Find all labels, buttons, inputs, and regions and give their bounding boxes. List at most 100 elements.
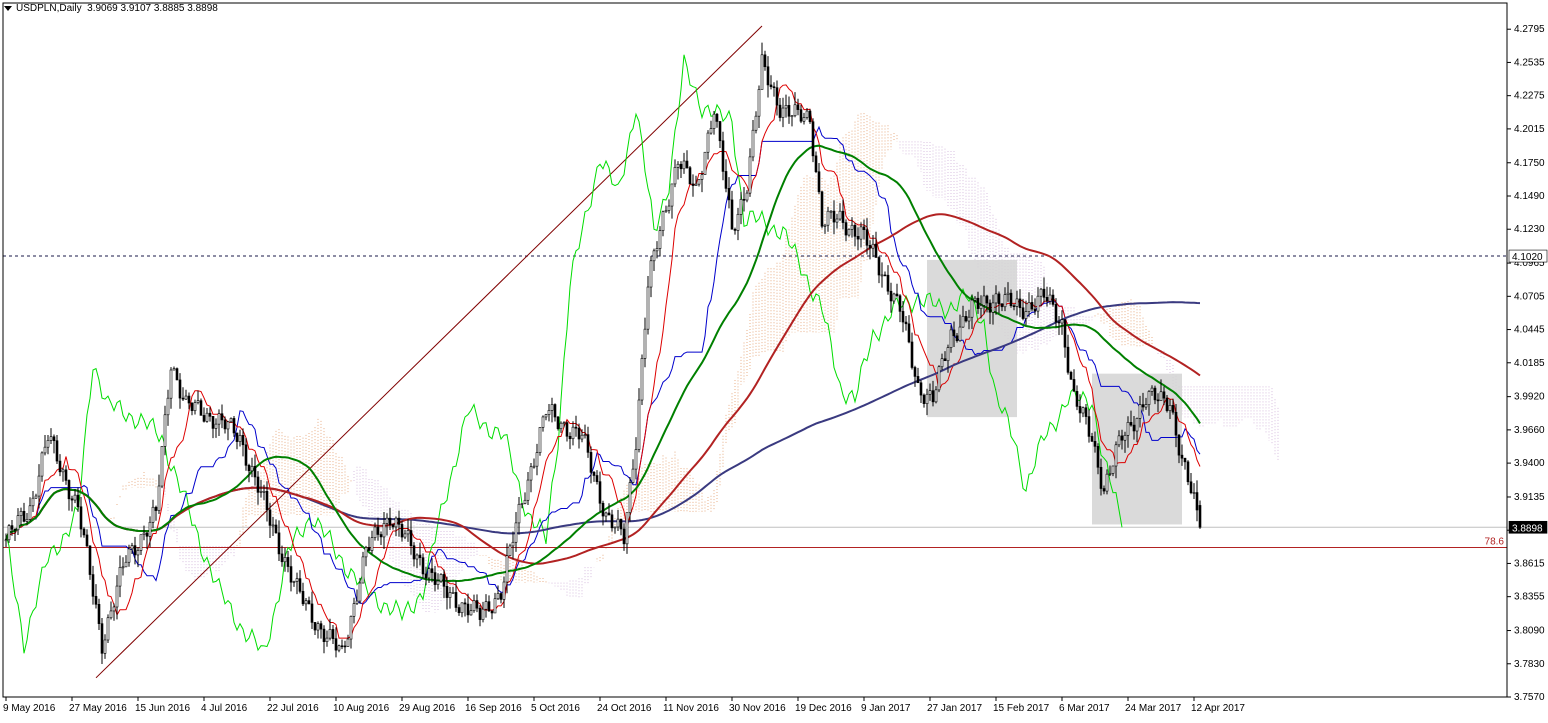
candle-body xyxy=(1111,465,1115,474)
candle-body xyxy=(556,416,560,429)
candle-body xyxy=(910,341,914,368)
candle-body xyxy=(100,623,104,654)
candle-body xyxy=(256,476,260,493)
candle-body xyxy=(619,518,623,530)
x-tick-label: 5 Oct 2016 xyxy=(531,703,580,714)
candle-body xyxy=(637,399,641,450)
candle-body xyxy=(799,109,803,122)
candle-body xyxy=(1165,397,1169,411)
y-tick-label: 4.2535 xyxy=(1514,57,1545,68)
candle-body xyxy=(673,167,677,185)
candle-body xyxy=(1060,319,1064,324)
candle-body xyxy=(517,503,521,524)
candle-body xyxy=(784,105,788,109)
candle-body xyxy=(703,151,707,175)
candle-body xyxy=(838,210,842,220)
candle-body xyxy=(172,368,176,371)
candle-body xyxy=(961,316,965,328)
candle-body xyxy=(235,432,239,442)
candle-body xyxy=(1126,422,1130,436)
candle-body xyxy=(769,84,773,87)
candle-body xyxy=(655,248,659,252)
candle-body xyxy=(67,480,71,500)
candle-body xyxy=(1042,288,1046,298)
candle-body xyxy=(688,167,692,185)
candle-body xyxy=(724,171,728,189)
candle-body xyxy=(643,328,647,359)
candle-body xyxy=(535,452,539,467)
candle-body xyxy=(190,402,194,411)
candle-body xyxy=(154,506,158,511)
candle-body xyxy=(97,604,101,624)
dropdown-triangle-icon[interactable] xyxy=(4,5,12,11)
time-axis: 9 May 2016 27 May 2016 15 Jun 2016 4 Jul 20… xyxy=(3,697,1245,714)
candle-body xyxy=(1180,454,1184,459)
candle-body xyxy=(217,413,221,425)
candle-body xyxy=(1030,302,1034,310)
y-tick-label: 4.2015 xyxy=(1514,124,1545,135)
candle-body xyxy=(28,505,32,520)
candle-body xyxy=(865,229,869,246)
candle-body xyxy=(835,218,839,223)
x-tick-label: 9 May 2016 xyxy=(3,703,56,714)
candle-body xyxy=(139,534,143,551)
candle-body xyxy=(25,519,29,522)
candle-body xyxy=(115,585,119,608)
candle-body xyxy=(544,414,548,418)
candle-body xyxy=(208,412,212,417)
candle-body xyxy=(586,434,590,453)
candle-body xyxy=(112,606,116,612)
candle-body xyxy=(187,395,191,404)
candle-body xyxy=(691,183,695,186)
candle-body xyxy=(133,545,137,556)
candle-body xyxy=(340,645,344,648)
candle-body xyxy=(1159,391,1163,401)
candle-body xyxy=(874,243,878,258)
candle-body xyxy=(850,224,854,230)
candle-body xyxy=(952,329,956,337)
candle-body xyxy=(193,402,197,411)
candle-body xyxy=(349,615,353,640)
candle-body xyxy=(868,245,872,249)
candle-body xyxy=(889,290,893,302)
candle-body xyxy=(55,440,59,462)
candle-body xyxy=(1174,411,1178,436)
candle-body xyxy=(385,517,389,524)
candle-body xyxy=(481,608,485,620)
candle-body xyxy=(1048,294,1052,302)
candle-body xyxy=(706,132,710,153)
candle-body xyxy=(418,554,422,558)
candle-body xyxy=(562,422,566,424)
candle-body xyxy=(505,555,509,583)
candle-body xyxy=(277,532,281,555)
candle-body xyxy=(811,121,815,157)
candle-body xyxy=(262,490,266,493)
plot-border xyxy=(2,2,1508,698)
candle-body xyxy=(646,286,650,330)
chart-area[interactable]: 78.6 4.2795 4.2535 4.2275 4.2015 4.1750 4.149… xyxy=(0,0,1548,718)
candle-body xyxy=(37,475,41,497)
candle-body xyxy=(805,110,809,118)
candle-body xyxy=(778,104,782,118)
candle-body xyxy=(583,434,587,436)
chart-header: USDPLN,Daily 3.9069 3.9107 3.8885 3.8898 xyxy=(4,3,218,14)
candle-body xyxy=(364,547,368,558)
candle-body xyxy=(1162,391,1166,399)
x-tick-label: 19 Dec 2016 xyxy=(795,703,852,714)
candle-body xyxy=(1003,294,1007,308)
candle-body xyxy=(31,497,35,507)
candle-body xyxy=(523,499,527,504)
x-tick-label: 11 Nov 2016 xyxy=(663,703,719,714)
candle-body xyxy=(1087,416,1091,437)
candle-body xyxy=(409,530,413,547)
candle-body xyxy=(1192,492,1196,494)
candle-body xyxy=(13,529,17,531)
candle-body xyxy=(22,510,26,522)
candle-body xyxy=(250,465,254,472)
candle-body xyxy=(16,515,20,531)
candle-body xyxy=(592,472,596,476)
candle-body xyxy=(226,421,230,430)
candle-body xyxy=(376,526,380,535)
x-tick-label: 4 Jul 2016 xyxy=(201,703,248,714)
candle-body xyxy=(499,593,503,600)
